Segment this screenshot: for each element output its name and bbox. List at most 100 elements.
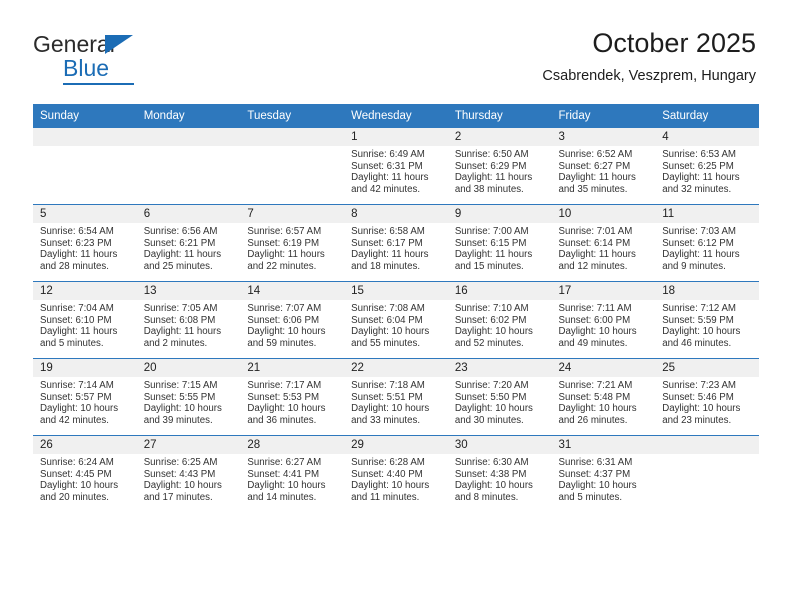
day-number: 15 xyxy=(351,285,364,297)
day-number-band: 31 xyxy=(551,436,656,454)
day-inner: 17 Sunrise: 7:11 AM Sunset: 6:00 PM Dayligh… xyxy=(551,282,656,358)
sunset-text: Sunset: 5:53 PM xyxy=(247,391,320,403)
day-inner: 9 Sunrise: 7:00 AM Sunset: 6:15 PM Daylight… xyxy=(447,205,552,281)
daylight-text-line2: and 46 minutes. xyxy=(662,337,732,349)
calendar-day-cell: 23 Sunrise: 7:20 AM Sunset: 5:50 PM Dayligh… xyxy=(447,358,552,436)
title-block: October 2025 Csabrendek, Veszprem, Hunga… xyxy=(542,26,756,86)
day-inner: 1 Sunrise: 6:49 AM Sunset: 6:31 PM Daylight… xyxy=(344,128,448,204)
daylight-text-line2: and 39 minutes. xyxy=(143,414,213,426)
day-inner: 19 Sunrise: 7:14 AM Sunset: 5:57 PM Dayligh… xyxy=(33,359,137,435)
day-number: 19 xyxy=(40,362,53,374)
day-number: 31 xyxy=(558,439,572,451)
day-number-band: 12 xyxy=(33,282,137,300)
sunrise-text: Sunrise: 7:20 AM xyxy=(454,380,529,391)
sunset-text: Sunset: 4:40 PM xyxy=(351,468,423,480)
daylight-text-line1: Daylight: 10 hours xyxy=(558,326,637,338)
calendar-day-cell: 14 Sunrise: 7:07 AM Sunset: 6:06 PM Dayligh… xyxy=(240,281,345,359)
day-number: 28 xyxy=(247,439,261,451)
daylight-text-line2: and 14 minutes. xyxy=(247,491,317,503)
calendar-day-cell: 20 Sunrise: 7:15 AM Sunset: 5:55 PM Dayligh… xyxy=(136,358,241,436)
daylight-text-line2: and 23 minutes. xyxy=(662,414,732,426)
day-number-band: 21 xyxy=(240,359,345,377)
day-number: 26 xyxy=(40,439,53,451)
calendar-day-cell: 28 Sunrise: 6:27 AM Sunset: 4:41 PM Dayligh… xyxy=(240,435,345,512)
day-number-band: 15 xyxy=(344,282,448,300)
day-number: 14 xyxy=(247,285,261,297)
calendar-day-cell: 22 Sunrise: 7:18 AM Sunset: 5:51 PM Dayligh… xyxy=(344,358,448,436)
sunrise-text: Sunrise: 7:12 AM xyxy=(662,303,736,314)
calendar-day-cell: 2 Sunrise: 6:50 AM Sunset: 6:29 PM Daylight… xyxy=(447,128,552,205)
day-number: 16 xyxy=(454,285,468,297)
day-inner: 25 Sunrise: 7:23 AM Sunset: 5:46 PM Dayligh… xyxy=(655,359,759,435)
sunset-text: Sunset: 6:14 PM xyxy=(558,237,631,249)
day-inner: 23 Sunrise: 7:20 AM Sunset: 5:50 PM Dayligh… xyxy=(447,359,552,435)
day-number: 17 xyxy=(558,285,572,297)
calendar-day-cell: 4 Sunrise: 6:53 AM Sunset: 6:25 PM Daylight… xyxy=(655,128,759,205)
weekday-header-wednesday: Wednesday xyxy=(344,104,448,128)
sunrise-text: Sunrise: 7:23 AM xyxy=(662,380,736,391)
day-details: Sunrise: 7:21 AM Sunset: 5:48 PM Daylight:… xyxy=(552,377,656,426)
calendar-day-cell: 1 Sunrise: 6:49 AM Sunset: 6:31 PM Daylight… xyxy=(344,128,448,205)
daylight-text-line1: Daylight: 10 hours xyxy=(662,403,741,415)
day-inner: 24 Sunrise: 7:21 AM Sunset: 5:48 PM Dayligh… xyxy=(551,359,656,435)
page-title: October 2025 xyxy=(592,28,756,58)
calendar-day-cell: 6 Sunrise: 6:56 AM Sunset: 6:21 PM Daylight… xyxy=(136,204,241,282)
logo-triangle-icon xyxy=(105,35,133,54)
day-number: 3 xyxy=(558,131,565,143)
weekday-header-tuesday: Tuesday xyxy=(240,104,345,128)
day-number: 25 xyxy=(662,362,676,374)
calendar-day-cell: 5 Sunrise: 6:54 AM Sunset: 6:23 PM Daylight… xyxy=(33,204,137,282)
day-number: 11 xyxy=(662,208,675,220)
day-number-band: 1 xyxy=(344,128,448,146)
calendar-day-cell: 7 Sunrise: 6:57 AM Sunset: 6:19 PM Daylight… xyxy=(240,204,345,282)
daylight-text-line1: Daylight: 10 hours xyxy=(351,480,430,492)
calendar-day-cell: 30 Sunrise: 6:30 AM Sunset: 4:38 PM Dayligh… xyxy=(447,435,552,512)
daylight-text-line1: Daylight: 11 hours xyxy=(40,326,118,338)
day-number-band: 30 xyxy=(447,436,552,454)
daylight-text-line2: and 18 minutes. xyxy=(351,260,421,272)
day-number-band: 18 xyxy=(655,282,759,300)
daylight-text-line2: and 32 minutes. xyxy=(662,183,732,195)
sunset-text: Sunset: 6:19 PM xyxy=(247,237,320,249)
day-number: 21 xyxy=(247,362,261,374)
day-inner: 30 Sunrise: 6:30 AM Sunset: 4:38 PM Dayligh… xyxy=(447,436,552,512)
day-number: 5 xyxy=(40,208,47,220)
calendar-week-row: 1 Sunrise: 6:49 AM Sunset: 6:31 PM Daylight… xyxy=(33,128,759,205)
sunrise-text: Sunrise: 7:04 AM xyxy=(40,303,114,314)
day-number-band: 14 xyxy=(240,282,345,300)
day-number-band xyxy=(33,128,137,146)
logo-underline xyxy=(63,83,134,85)
sunset-text: Sunset: 5:48 PM xyxy=(558,391,631,403)
day-number: 20 xyxy=(143,362,157,374)
daylight-text-line2: and 5 minutes. xyxy=(558,491,623,503)
day-number-band xyxy=(240,128,345,146)
day-inner xyxy=(136,128,241,204)
calendar-day-cell: 19 Sunrise: 7:14 AM Sunset: 5:57 PM Dayligh… xyxy=(33,358,137,436)
day-number-band: 8 xyxy=(344,205,448,223)
sunset-text: Sunset: 6:00 PM xyxy=(558,314,631,326)
day-details: Sunrise: 6:25 AM Sunset: 4:43 PM Daylight:… xyxy=(137,454,241,503)
sunrise-text: Sunrise: 6:58 AM xyxy=(351,226,425,237)
daylight-text-line2: and 55 minutes. xyxy=(351,337,421,349)
logo-text-blue: Blue xyxy=(63,55,110,81)
page-subtitle: Csabrendek, Veszprem, Hungary xyxy=(542,68,756,84)
day-number: 13 xyxy=(143,285,157,297)
sunset-text: Sunset: 5:57 PM xyxy=(40,391,112,403)
daylight-text-line2: and 30 minutes. xyxy=(454,414,524,426)
daylight-text-line1: Daylight: 10 hours xyxy=(143,403,222,415)
sunrise-text: Sunrise: 7:14 AM xyxy=(40,380,114,391)
day-inner: 27 Sunrise: 6:25 AM Sunset: 4:43 PM Dayligh… xyxy=(136,436,241,512)
day-number-band: 27 xyxy=(136,436,241,454)
day-number: 18 xyxy=(662,285,676,297)
day-details: Sunrise: 7:08 AM Sunset: 6:04 PM Daylight:… xyxy=(344,300,448,349)
day-number-band: 4 xyxy=(655,128,759,146)
sunrise-text: Sunrise: 6:24 AM xyxy=(40,457,114,468)
day-details: Sunrise: 6:54 AM Sunset: 6:23 PM Daylight:… xyxy=(33,223,137,272)
day-number: 1 xyxy=(351,131,358,143)
sunset-text: Sunset: 4:38 PM xyxy=(454,468,527,480)
daylight-text-line1: Daylight: 11 hours xyxy=(247,249,325,261)
day-inner xyxy=(33,128,137,204)
daylight-text-line1: Daylight: 11 hours xyxy=(351,172,429,184)
day-inner: 2 Sunrise: 6:50 AM Sunset: 6:29 PM Daylight… xyxy=(447,128,552,204)
calendar-day-cell: 11 Sunrise: 7:03 AM Sunset: 6:12 PM Dayligh… xyxy=(655,204,759,282)
